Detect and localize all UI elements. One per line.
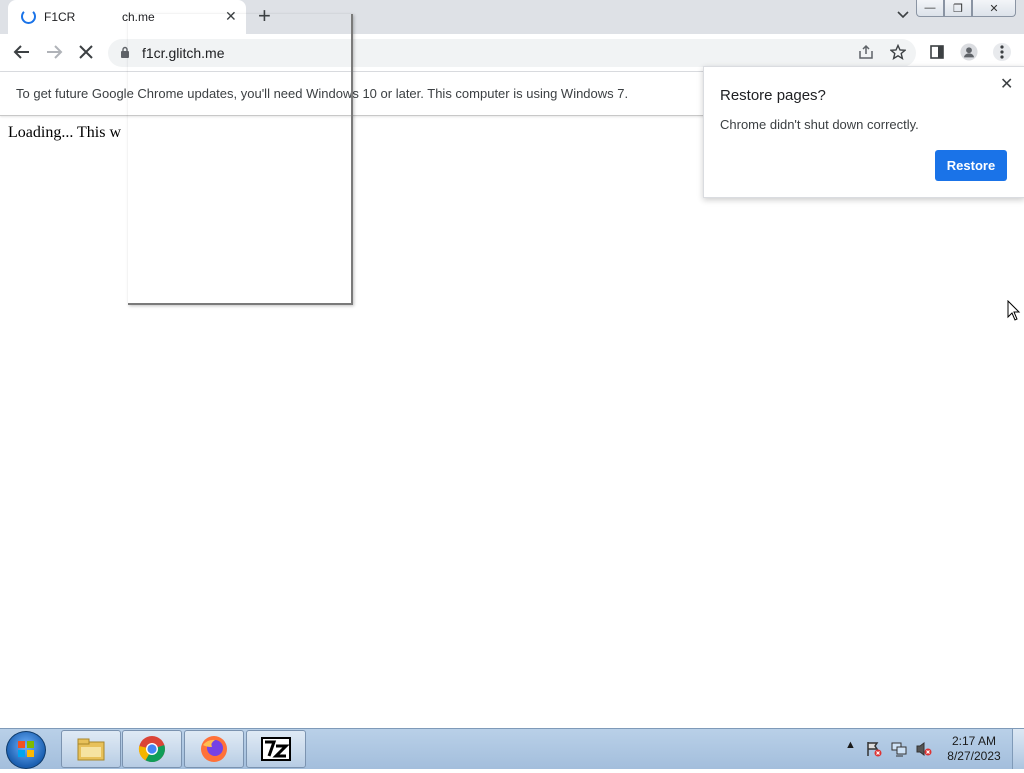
loading-spinner-icon (21, 9, 36, 24)
bookmark-button[interactable] (889, 43, 907, 61)
chevron-down-icon (897, 11, 909, 19)
firefox-icon (201, 736, 227, 762)
windows-taskbar: ▲ 2:17 AM 8/27/2023 (0, 728, 1024, 769)
clock-time: 2:17 AM (951, 734, 997, 748)
share-button[interactable] (857, 43, 875, 61)
profile-button[interactable] (960, 43, 978, 61)
menu-dots-icon (993, 43, 1011, 61)
dialog-title: Restore pages? (720, 87, 826, 104)
start-button[interactable] (6, 731, 46, 769)
window-controls: — ❐ ✕ (916, 0, 1016, 18)
taskbar-chrome[interactable] (122, 730, 182, 768)
windows-start-icon (18, 741, 34, 757)
side-panel-button[interactable] (928, 43, 946, 61)
system-clock[interactable]: 2:17 AM 8/27/2023 (944, 734, 1004, 764)
new-tab-button[interactable]: + (258, 4, 271, 28)
tab-search-button[interactable] (897, 6, 909, 22)
share-icon (859, 44, 873, 59)
restore-window-button[interactable]: ❐ (944, 0, 972, 17)
taskbar-firefox[interactable] (184, 730, 244, 768)
show-hidden-icons-button[interactable]: ▲ (845, 739, 856, 751)
network-icon[interactable] (891, 741, 907, 760)
forward-arrow-icon (47, 45, 63, 59)
tab-title: F1CR (44, 10, 76, 24)
taskbar-7zip[interactable] (246, 730, 306, 768)
taskbar-file-explorer[interactable] (61, 730, 121, 768)
tab-title-overlap-fragment: ch.me (122, 10, 155, 24)
stop-loading-button[interactable] (75, 41, 97, 63)
tab-f1cr[interactable]: F1CR ch.me ✕ (8, 0, 246, 34)
infobar-text: To get future Google Chrome updates, you… (16, 86, 629, 101)
back-button[interactable] (11, 41, 33, 63)
7zip-icon (261, 737, 291, 761)
minimize-button[interactable]: — (916, 0, 944, 17)
restore-pages-dialog: Restore pages? Chrome didn't shut down c… (703, 66, 1024, 198)
file-explorer-icon (77, 738, 105, 761)
page-loading-text: Loading... This w (8, 124, 122, 141)
close-window-button[interactable]: ✕ (972, 0, 1016, 17)
action-center-flag-icon[interactable] (866, 741, 882, 760)
show-desktop-button[interactable] (1012, 729, 1024, 769)
stop-icon (79, 45, 93, 59)
chrome-menu-button[interactable] (993, 43, 1011, 61)
dialog-message: Chrome didn't shut down correctly. (720, 117, 919, 132)
clock-date: 8/27/2023 (947, 749, 1001, 763)
tab-close-button[interactable]: ✕ (225, 9, 237, 23)
tab-strip: F1CR ch.me ✕ + — ❐ ✕ (0, 0, 1024, 34)
lock-icon (121, 46, 129, 58)
url-text: f1cr.glitch.me (142, 45, 225, 61)
star-icon (890, 44, 906, 60)
volume-muted-icon[interactable] (915, 741, 933, 760)
side-panel-icon (930, 45, 944, 59)
chrome-icon (138, 736, 165, 763)
mouse-cursor-icon (1007, 300, 1021, 321)
restore-button[interactable]: Restore (935, 150, 1007, 181)
back-arrow-icon (13, 45, 29, 59)
forward-button[interactable] (43, 41, 65, 63)
dialog-close-button[interactable]: ✕ (1000, 74, 1013, 94)
profile-icon (960, 43, 978, 61)
address-bar[interactable]: f1cr.glitch.me (108, 39, 916, 67)
